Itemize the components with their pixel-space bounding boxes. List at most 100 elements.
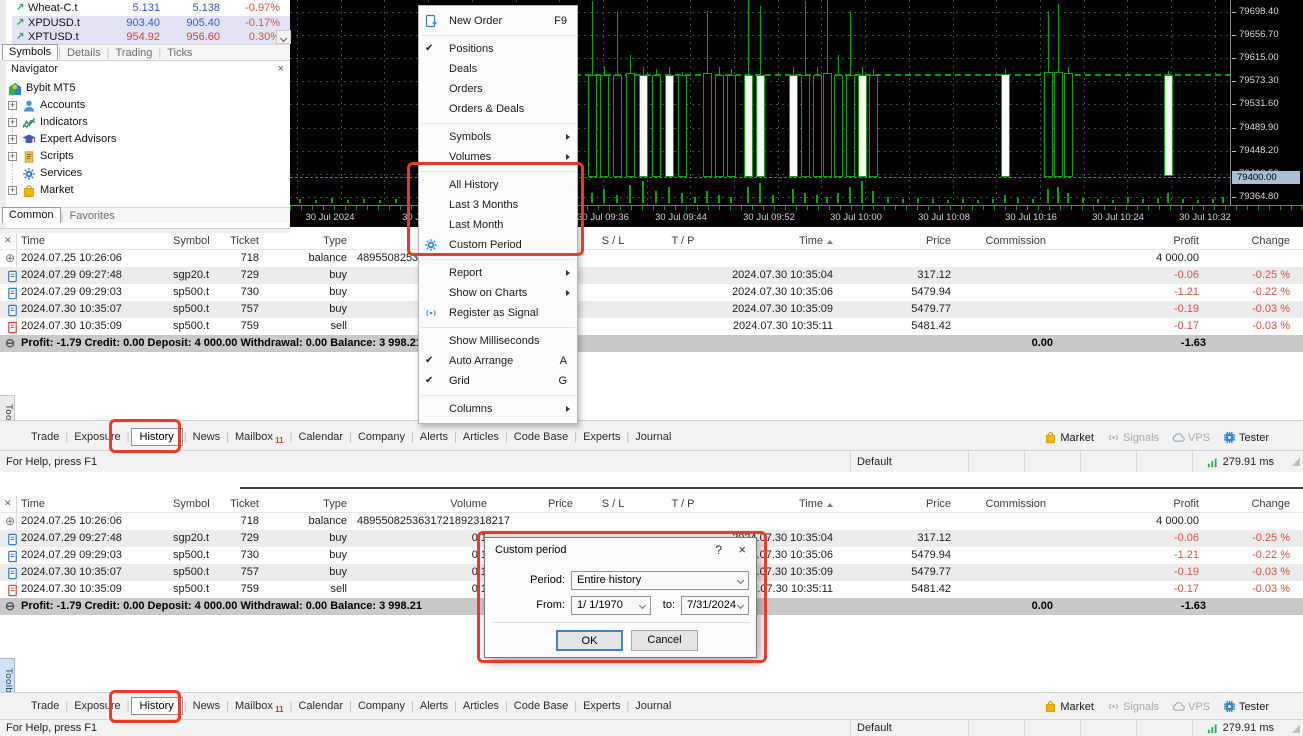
column-header-commission[interactable]: Commission — [956, 233, 1051, 249]
table-row[interactable]: 2024.07.29 09:29:03sp500.t730buy0.12024.… — [0, 284, 1303, 301]
menu-item-last-month[interactable]: Last Month — [419, 215, 577, 235]
menu-item-auto-arrange[interactable]: ✔Auto ArrangeA — [419, 351, 577, 371]
column-header-type[interactable]: Type — [264, 496, 352, 512]
table-row[interactable]: 2024.07.25 10:26:06718balance48955082536… — [0, 250, 1303, 267]
panel-button-vps[interactable]: VPS — [1172, 700, 1210, 713]
panel-button-signals[interactable]: Signals — [1107, 431, 1159, 444]
tab-alerts[interactable]: Alerts — [415, 700, 453, 712]
navigator-item-services[interactable]: Services — [6, 165, 290, 182]
tab-trade[interactable]: Trade — [26, 431, 64, 443]
cancel-button[interactable]: Cancel — [631, 630, 698, 651]
table-row[interactable]: 2024.07.30 10:35:09sp500.t759sell0.12024… — [0, 318, 1303, 335]
menu-item-volumes[interactable]: Volumes — [419, 147, 577, 167]
column-header-price-close[interactable]: Price — [838, 233, 956, 249]
menu-item-last-3-months[interactable]: Last 3 Months — [419, 195, 577, 215]
column-header-symbol[interactable]: Symbol — [168, 233, 214, 249]
tab-symbols[interactable]: Symbols — [2, 44, 58, 60]
column-header-sl[interactable]: S / L — [578, 233, 648, 249]
dialog-help-button[interactable]: ? — [715, 538, 722, 562]
tab-company[interactable]: Company — [353, 431, 410, 443]
column-header-change[interactable]: Change — [1204, 496, 1295, 512]
column-header-time-close[interactable]: Time — [718, 496, 838, 512]
collapse-circle-icon[interactable]: ⊖ — [5, 598, 15, 615]
navigator-item-accounts[interactable]: +Accounts — [6, 97, 290, 114]
tab-calendar[interactable]: Calendar — [293, 431, 348, 443]
panel-button-market[interactable]: Market — [1044, 700, 1094, 713]
tab-trading[interactable]: Trading — [110, 46, 159, 61]
tab-articles[interactable]: Articles — [458, 431, 504, 443]
tab-history[interactable]: History — [131, 428, 183, 446]
expander-icon[interactable]: + — [8, 152, 17, 161]
column-header-tp[interactable]: T / P — [648, 496, 718, 512]
column-header-profit[interactable]: Profit — [1051, 496, 1204, 512]
tab-experts[interactable]: Experts — [578, 431, 625, 443]
resize-grip[interactable] — [1280, 451, 1303, 472]
status-profile[interactable]: Default — [850, 720, 968, 736]
tab-code-base[interactable]: Code Base — [509, 700, 573, 712]
table-row[interactable]: 2024.07.30 10:35:07sp500.t757buy0.12024.… — [0, 301, 1303, 318]
menu-item-register-as-signal[interactable]: Register as Signal — [419, 303, 577, 323]
column-header-profit[interactable]: Profit — [1051, 233, 1204, 249]
dialog-title-bar[interactable]: Custom period ? × — [485, 538, 756, 562]
menu-item-deals[interactable]: Deals — [419, 59, 577, 79]
column-header-time-open[interactable]: Time — [0, 496, 168, 512]
navigator-item-bybit-mt5[interactable]: Bybit MT5 — [6, 80, 290, 97]
column-header-tp[interactable]: T / P — [648, 233, 718, 249]
market-watch-row[interactable]: ↗Wheat-C.t5.1315.138-0.97% — [12, 1, 290, 16]
menu-item-symbols[interactable]: Symbols — [419, 127, 577, 147]
tab-ticks[interactable]: Ticks — [161, 46, 198, 61]
column-header-volume[interactable]: Volume — [352, 496, 492, 512]
tab-common[interactable]: Common — [2, 207, 61, 223]
market-watch-row[interactable]: ↗XPDUSD.t903.40905.40-0.17% — [12, 16, 290, 31]
resize-grip[interactable] — [1280, 720, 1303, 736]
period-select[interactable]: Entire history — [571, 571, 749, 590]
column-header-symbol[interactable]: Symbol — [168, 496, 214, 512]
navigator-item-expert-advisors[interactable]: +Expert Advisors — [6, 131, 290, 148]
column-header-commission[interactable]: Commission — [956, 496, 1051, 512]
menu-item-orders-deals[interactable]: Orders & Deals — [419, 99, 577, 119]
menu-item-positions[interactable]: ✔Positions — [419, 39, 577, 59]
column-header-type[interactable]: Type — [264, 233, 352, 249]
tab-trade[interactable]: Trade — [26, 700, 64, 712]
column-header-ticket[interactable]: Ticket — [214, 496, 264, 512]
chart-price-axis[interactable]: 79698.4079656.7079615.0079573.3079531.60… — [1232, 0, 1303, 205]
scrollbar-down-button[interactable] — [276, 30, 291, 44]
expand-circle-icon[interactable]: ⊕ — [5, 513, 15, 530]
navigator-item-market[interactable]: +Market — [6, 182, 290, 199]
column-header-time-close[interactable]: Time — [718, 233, 838, 249]
menu-item-report[interactable]: Report — [419, 263, 577, 283]
expander-icon[interactable]: + — [8, 118, 17, 127]
tab-journal[interactable]: Journal — [630, 700, 676, 712]
tab-alerts[interactable]: Alerts — [415, 431, 453, 443]
menu-item-grid[interactable]: ✔GridG — [419, 371, 577, 391]
column-header-price-close[interactable]: Price — [838, 496, 956, 512]
panel-button-tester[interactable]: Tester — [1223, 431, 1269, 444]
column-header-price-open[interactable]: Price — [492, 496, 578, 512]
market-watch-row[interactable]: ↗XPTUSD.t954.92956.600.30% — [12, 30, 290, 45]
tab-news[interactable]: News — [188, 700, 226, 712]
column-header-ticket[interactable]: Ticket — [214, 233, 264, 249]
tab-mailbox[interactable]: Mailbox 11 — [230, 431, 289, 443]
close-icon[interactable]: × — [278, 63, 284, 75]
tab-calendar[interactable]: Calendar — [293, 700, 348, 712]
menu-item-columns[interactable]: Columns — [419, 399, 577, 419]
panel-button-signals[interactable]: Signals — [1107, 700, 1159, 713]
tab-mailbox[interactable]: Mailbox 11 — [230, 700, 289, 712]
tab-company[interactable]: Company — [353, 700, 410, 712]
expander-icon[interactable]: + — [8, 135, 17, 144]
status-latency[interactable]: 279.91 ms — [1192, 720, 1280, 736]
menu-item-all-history[interactable]: All History — [419, 175, 577, 195]
panel-button-vps[interactable]: VPS — [1172, 431, 1210, 444]
tab-code-base[interactable]: Code Base — [509, 431, 573, 443]
tab-exposure[interactable]: Exposure — [69, 431, 125, 443]
menu-item-show-milliseconds[interactable]: Show Milliseconds — [419, 331, 577, 351]
status-profile[interactable]: Default — [850, 451, 968, 472]
column-header-time-open[interactable]: Time — [0, 233, 168, 249]
panel-button-market[interactable]: Market — [1044, 431, 1094, 444]
tab-experts[interactable]: Experts — [578, 700, 625, 712]
tab-details[interactable]: Details — [61, 46, 107, 61]
panel-button-tester[interactable]: Tester — [1223, 700, 1269, 713]
navigator-item-scripts[interactable]: +Scripts — [6, 148, 290, 165]
navigator-item-indicators[interactable]: +Indicators — [6, 114, 290, 131]
menu-item-custom-period[interactable]: Custom Period — [419, 235, 577, 255]
